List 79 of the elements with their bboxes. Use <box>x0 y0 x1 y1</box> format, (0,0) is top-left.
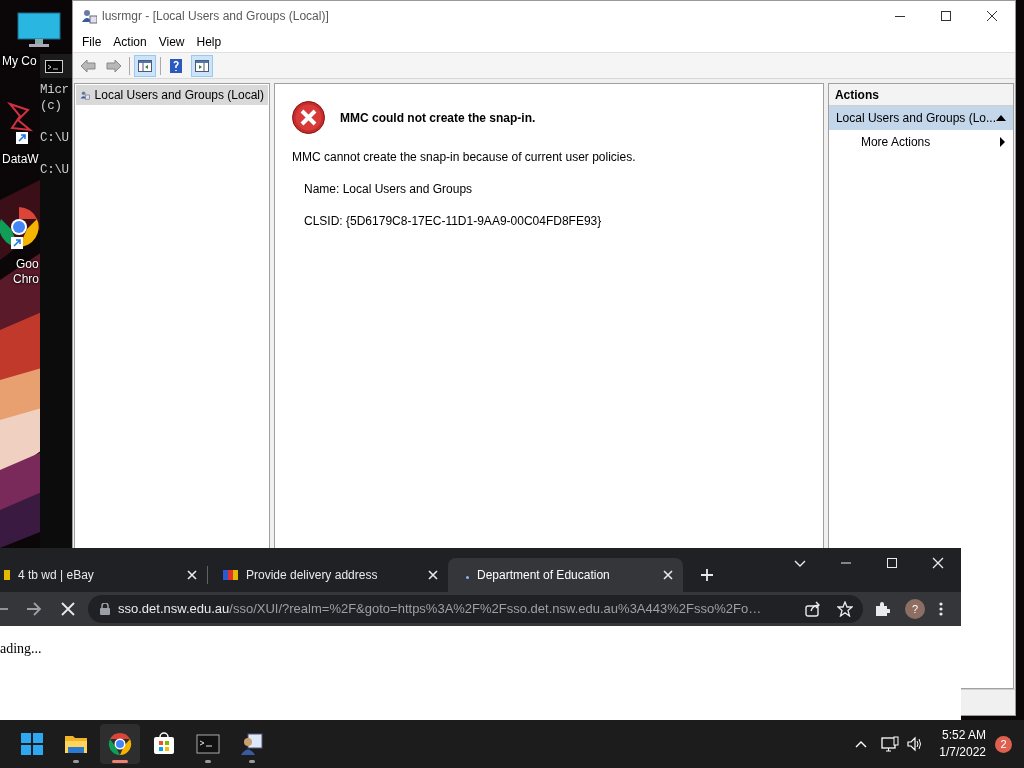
error-icon <box>292 101 325 134</box>
menu-item[interactable]: Help <box>191 32 227 51</box>
windows-icon <box>20 732 44 756</box>
actions-header: Actions <box>828 84 1013 106</box>
maximize-icon <box>941 11 951 21</box>
tree-pane-button[interactable] <box>134 54 156 77</box>
error-detail: CLSID: {5D6179C8-17EC-11D1-9AA9-00C04FD8FE93} <box>303 213 603 230</box>
menu-item[interactable]: View <box>153 32 190 51</box>
collapse-icon <box>996 114 1006 122</box>
forward-arrow-icon <box>26 602 42 616</box>
menu-item[interactable]: File <box>77 32 107 51</box>
browser-tab[interactable]: 4 tb wd | eBay <box>0 558 207 592</box>
clock[interactable]: 5:52 AM 1/7/2022 <box>939 727 986 761</box>
console-icon <box>45 59 63 73</box>
loading-icon <box>466 575 469 579</box>
maximize-icon <box>886 557 898 569</box>
browser-icon <box>108 732 132 756</box>
browser-shortcut-icon[interactable] <box>0 205 39 251</box>
extensions-button[interactable] <box>874 601 890 617</box>
back-icon <box>80 57 96 74</box>
browser-tab[interactable]: Department of Education <box>448 558 683 592</box>
close-icon <box>428 570 438 580</box>
show-hidden-icons-button[interactable] <box>855 740 868 748</box>
close-icon <box>987 11 997 21</box>
taskbar-button[interactable] <box>100 724 140 764</box>
share-icon <box>805 601 821 617</box>
favicon-icon <box>4 570 10 580</box>
profile-avatar[interactable]: ? <box>905 599 925 619</box>
url-text[interactable]: sso.det.nsw.edu.au/sso/XUI/?realm=%2F&goto=https%3A%2F%2Fsso.det.nsw.edu.au%3A443%2Fsso%2Fo… <box>118 599 762 619</box>
close-icon <box>663 570 673 580</box>
error-detail: Name: Local Users and Groups <box>303 181 474 198</box>
plus-icon <box>701 569 713 581</box>
tree-pane-icon <box>137 57 153 74</box>
desktop-icon-label[interactable]: My Co <box>2 54 37 69</box>
action-item[interactable]: More Actions <box>828 130 1013 154</box>
close-icon <box>932 557 944 569</box>
action-pane-button[interactable] <box>191 54 213 77</box>
address-bar[interactable]: sso.det.nsw.edu.au/sso/XUI/?realm=%2F&goto=https%3A%2F%2Fsso.det.nsw.edu.au%3A443%2Fsso%2Fo… <box>88 595 863 623</box>
menu-item[interactable]: Action <box>108 32 152 51</box>
puzzle-icon <box>874 601 890 617</box>
favicon-icon <box>223 570 238 580</box>
volume-button[interactable] <box>907 736 924 752</box>
submenu-arrow-icon <box>1000 137 1005 147</box>
console-line: C:\U <box>40 162 70 178</box>
actions-section-header[interactable]: Local Users and Groups (Lo... <box>828 106 1013 130</box>
network-icon <box>881 736 900 752</box>
lock-icon <box>100 603 110 615</box>
share-button[interactable] <box>805 601 821 617</box>
action-pane-icon <box>194 57 210 74</box>
console-line: (c) <box>40 98 63 114</box>
minimize-icon <box>895 15 905 17</box>
console-line: Micr <box>40 82 70 98</box>
bookmark-button[interactable] <box>837 601 853 617</box>
computer-icon[interactable] <box>16 12 61 48</box>
error-message: MMC cannot create the snap-in because of current user policies. <box>292 149 637 166</box>
chevron-icon <box>855 740 868 748</box>
users-icon <box>81 8 97 24</box>
console-line: C:\U <box>40 130 70 146</box>
browser-tab[interactable]: Provide delivery address <box>215 558 448 592</box>
close-icon <box>187 570 197 580</box>
forward-icon <box>106 57 122 74</box>
close-icon <box>61 602 75 616</box>
speaker-icon <box>907 736 924 752</box>
notification-badge[interactable]: 2 <box>995 735 1012 753</box>
error-title: MMC could not create the snap-in. <box>340 109 536 127</box>
desktop-icon-label[interactable]: Chro <box>13 272 39 287</box>
more-icon <box>939 602 943 616</box>
help-icon <box>168 57 184 74</box>
star-icon <box>837 601 853 617</box>
loading-text: ading... <box>0 641 42 656</box>
users-icon <box>240 732 264 756</box>
window-title: lusrmgr - [Local Users and Groups (Local)] <box>102 8 329 25</box>
tree-item[interactable]: Local Users and Groups (Local) <box>76 85 268 105</box>
desktop-icon-label[interactable]: Goo <box>16 257 39 272</box>
store-icon <box>152 732 176 756</box>
terminal-icon <box>196 732 220 756</box>
network-button[interactable] <box>881 736 900 752</box>
menu-button[interactable] <box>939 602 943 616</box>
desktop-icon-label[interactable]: DataW <box>2 152 39 167</box>
